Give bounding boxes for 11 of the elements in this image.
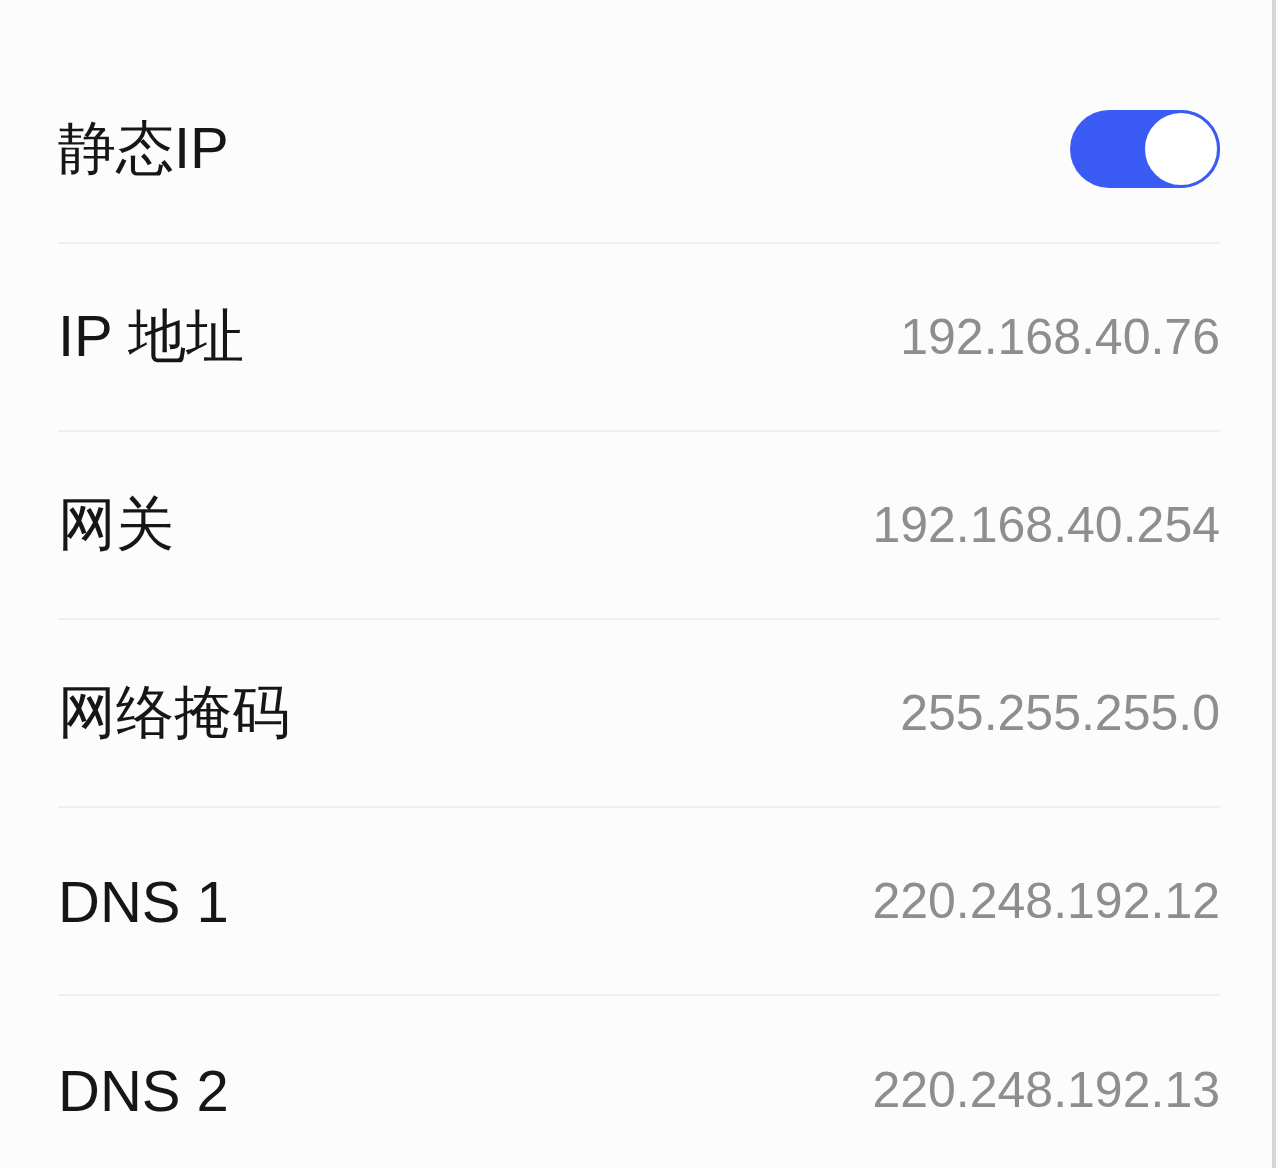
setting-value: 192.168.40.76 (900, 308, 1220, 366)
setting-value: 220.248.192.12 (872, 872, 1220, 930)
setting-label: 静态IP (58, 114, 229, 182)
setting-value: 192.168.40.254 (872, 496, 1220, 554)
setting-label: DNS 2 (58, 1056, 229, 1124)
setting-label: IP 地址 (58, 302, 244, 370)
setting-label: 网络掩码 (58, 678, 290, 746)
setting-value: 255.255.255.0 (900, 684, 1220, 742)
setting-label: DNS 1 (58, 867, 229, 935)
setting-label: 网关 (58, 490, 174, 558)
setting-value: 220.248.192.13 (872, 1061, 1220, 1119)
